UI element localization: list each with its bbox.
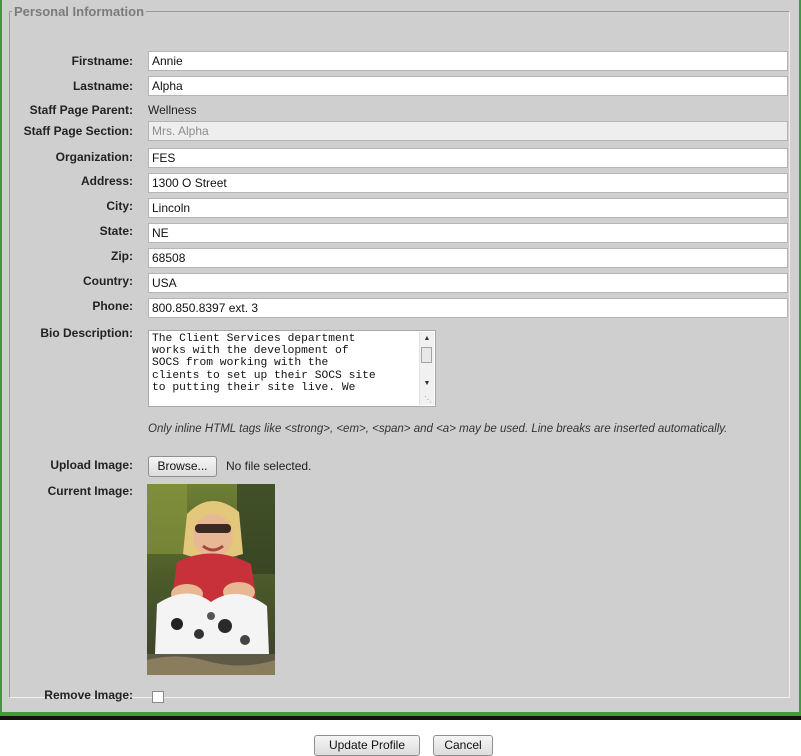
state-input[interactable]: NE	[148, 223, 788, 243]
bio-description-label: Bio Description:	[40, 326, 133, 340]
state-label: State:	[99, 224, 133, 238]
fieldset-legend: Personal Information	[14, 4, 145, 19]
resize-grip-icon[interactable]: ⋱	[424, 395, 432, 404]
organization-label: Organization:	[55, 150, 133, 164]
staff-page-section-label: Staff Page Section:	[23, 124, 133, 138]
lastname-label: Lastname:	[72, 79, 133, 93]
cancel-button[interactable]: Cancel	[433, 735, 493, 756]
bio-scrollbar[interactable]: ▲ ▼ ⋱	[419, 332, 434, 405]
bio-help-note: Only inline HTML tags like <strong>, <em…	[148, 423, 728, 435]
update-profile-button[interactable]: Update Profile	[314, 735, 420, 756]
browse-button[interactable]: Browse...	[148, 456, 217, 477]
scroll-thumb[interactable]	[421, 347, 432, 363]
staff-page-parent-value: Wellness	[148, 103, 197, 117]
scroll-down-arrow-icon[interactable]: ▼	[420, 377, 434, 390]
city-label: City:	[106, 199, 133, 213]
firstname-input[interactable]: Annie	[148, 51, 788, 71]
phone-label: Phone:	[92, 299, 133, 313]
zip-input[interactable]: 68508	[148, 248, 788, 268]
upload-image-label: Upload Image:	[50, 458, 133, 472]
organization-input[interactable]: FES	[148, 148, 788, 168]
address-input[interactable]: 1300 O Street	[148, 173, 788, 193]
lastname-input[interactable]: Alpha	[148, 76, 788, 96]
country-label: Country:	[83, 274, 133, 288]
firstname-label: Firstname:	[71, 54, 133, 68]
current-image-label: Current Image:	[47, 484, 133, 498]
staff-page-parent-label: Staff Page Parent:	[29, 103, 133, 117]
divider-bar	[0, 716, 801, 720]
bio-description-textarea[interactable]: The Client Services department works wit…	[148, 330, 436, 407]
upload-status: No file selected.	[226, 459, 312, 473]
bio-description-text: The Client Services department works wit…	[152, 333, 376, 394]
staff-page-section-input: Mrs. Alpha	[148, 121, 788, 141]
remove-image-label: Remove Image:	[44, 688, 133, 702]
current-profile-photo	[147, 484, 275, 675]
scroll-up-arrow-icon[interactable]: ▲	[420, 332, 434, 345]
remove-image-checkbox[interactable]	[152, 691, 164, 703]
phone-input[interactable]: 800.850.8397 ext. 3	[148, 298, 788, 318]
address-label: Address:	[80, 174, 133, 188]
city-input[interactable]: Lincoln	[148, 198, 788, 218]
zip-label: Zip:	[111, 249, 133, 263]
country-input[interactable]: USA	[148, 273, 788, 293]
personal-information-fieldset: Personal Information Firstname: Annie La…	[9, 4, 790, 703]
